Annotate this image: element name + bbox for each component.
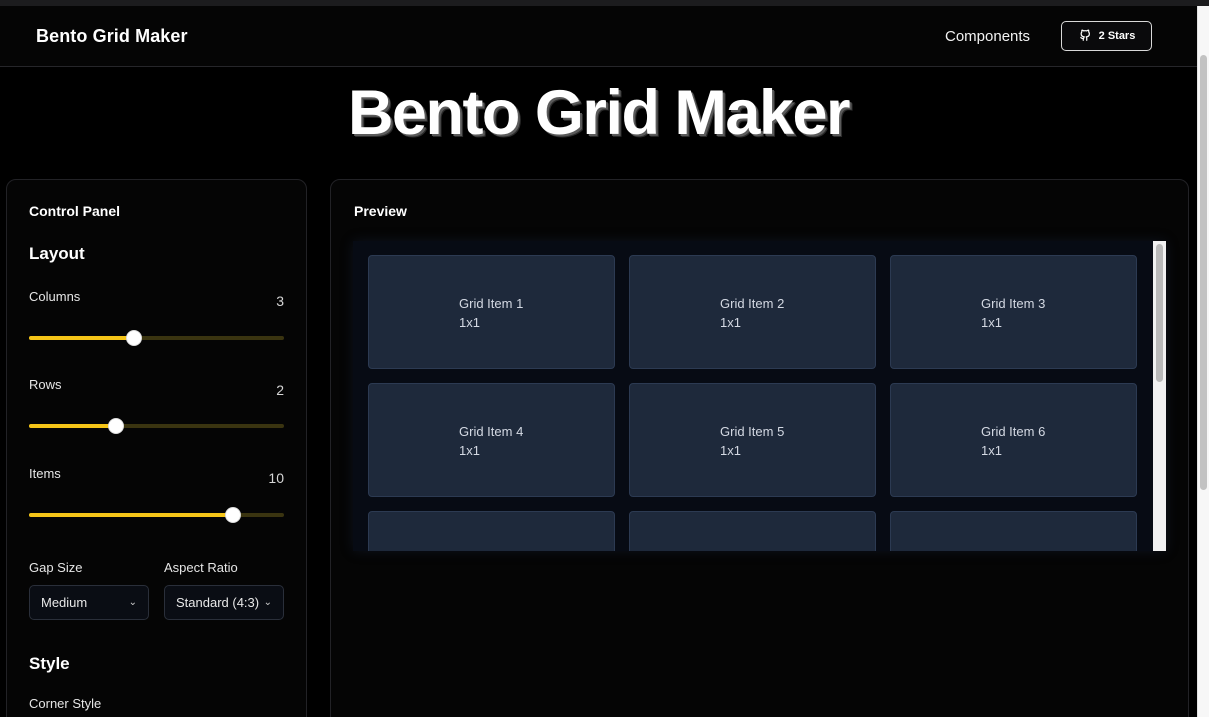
grid-item[interactable]: Grid Item 2 1x1 <box>629 255 876 369</box>
github-stars-button[interactable]: 2 Stars <box>1061 21 1152 51</box>
grid-item[interactable]: Grid Item 5 1x1 <box>629 383 876 497</box>
grid-item[interactable] <box>890 511 1137 551</box>
grid-item-name: Grid Item 5 <box>720 424 785 439</box>
control-panel-title: Control Panel <box>29 203 121 219</box>
github-icon <box>1078 28 1092 45</box>
rows-value: 2 <box>276 382 284 398</box>
control-panel: Control Panel Layout Columns 3 Rows 2 It… <box>6 179 307 717</box>
slider-thumb[interactable] <box>107 418 124 434</box>
slider-fill <box>29 424 116 428</box>
slider-fill <box>29 336 134 340</box>
grid-item-size: 1x1 <box>459 315 480 330</box>
grid-item[interactable]: Grid Item 4 1x1 <box>368 383 615 497</box>
grid-item-size: 1x1 <box>720 443 741 458</box>
grid-item-name: Grid Item 6 <box>981 424 1046 439</box>
style-heading: Style <box>29 654 70 673</box>
grid-item-size: 1x1 <box>981 315 1002 330</box>
grid-item-name: Grid Item 4 <box>459 424 524 439</box>
items-slider[interactable] <box>29 507 284 523</box>
grid-item[interactable] <box>629 511 876 551</box>
layout-heading: Layout <box>29 244 85 263</box>
hero-title: Bento Grid Maker <box>347 78 851 148</box>
aspect-ratio-value: Standard (4:3) <box>176 595 260 610</box>
preview-panel: Preview Grid Item 1 1x1 Grid Item 2 1x1 Grid… <box>330 179 1189 717</box>
columns-value: 3 <box>276 293 284 309</box>
columns-slider[interactable] <box>29 330 284 346</box>
components-link[interactable]: Components <box>945 28 1030 45</box>
grid-item-name: Grid Item 1 <box>459 296 524 311</box>
preview-scrollbar-thumb[interactable] <box>1156 244 1163 382</box>
aspect-ratio-label: Aspect Ratio <box>164 560 238 575</box>
bento-grid-preview[interactable]: Grid Item 1 1x1 Grid Item 2 1x1 Grid Item 3 1… <box>353 241 1166 551</box>
items-value: 10 <box>268 470 284 486</box>
gap-size-select[interactable]: Medium ⌄ <box>29 585 149 620</box>
bento-grid: Grid Item 1 1x1 Grid Item 2 1x1 Grid Item 3 1… <box>368 255 1137 551</box>
grid-item-size: 1x1 <box>459 443 480 458</box>
items-label: Items <box>29 466 61 481</box>
corner-style-label: Corner Style <box>29 696 102 711</box>
gap-size-label: Gap Size <box>29 560 83 575</box>
rows-slider[interactable] <box>29 418 284 434</box>
grid-item[interactable]: Grid Item 3 1x1 <box>890 255 1137 369</box>
slider-thumb[interactable] <box>225 507 241 523</box>
grid-item[interactable]: Grid Item 6 1x1 <box>890 383 1137 497</box>
stars-count-label: 2 Stars <box>1098 30 1136 42</box>
grid-item-name: Grid Item 2 <box>720 296 785 311</box>
chevron-down-icon: ⌄ <box>263 597 272 608</box>
columns-label: Columns <box>29 289 81 304</box>
page-scrollbar-thumb[interactable] <box>1200 55 1207 490</box>
rows-label: Rows <box>29 377 62 392</box>
grid-item[interactable]: Grid Item 1 1x1 <box>368 255 615 369</box>
aspect-ratio-select[interactable]: Standard (4:3) ⌄ <box>164 585 284 620</box>
navbar: Bento Grid Maker Components 2 Stars <box>0 6 1197 67</box>
grid-item-size: 1x1 <box>720 315 741 330</box>
brand-logo[interactable]: Bento Grid Maker <box>36 26 188 47</box>
chevron-down-icon: ⌄ <box>128 597 137 608</box>
gap-size-value: Medium <box>41 595 88 610</box>
grid-item-size: 1x1 <box>981 443 1002 458</box>
grid-item[interactable] <box>368 511 615 551</box>
preview-title: Preview <box>354 203 407 219</box>
slider-fill <box>29 513 233 517</box>
grid-item-name: Grid Item 3 <box>981 296 1046 311</box>
slider-thumb[interactable] <box>125 330 142 346</box>
